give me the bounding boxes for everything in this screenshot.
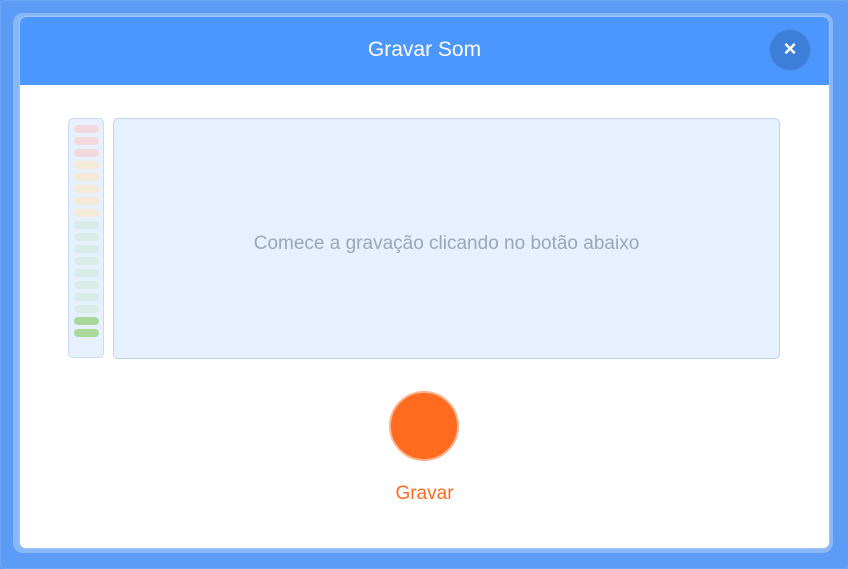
recording-area: Comece a gravação clicando no botão abai… xyxy=(113,118,780,359)
record-button[interactable] xyxy=(389,391,459,461)
meter-segment xyxy=(73,221,99,229)
meter-segment xyxy=(73,245,99,253)
meter-segment xyxy=(73,185,99,193)
modal-title: Gravar Som xyxy=(367,38,482,61)
meter-segment xyxy=(73,173,99,181)
modal-content: Comece a gravação clicando no botão abai… xyxy=(20,85,829,548)
close-icon: × xyxy=(783,36,797,61)
meter-segment xyxy=(73,305,99,313)
meter-segment xyxy=(73,161,99,169)
meter-segment xyxy=(73,317,99,325)
record-label: Gravar xyxy=(395,483,454,504)
close-button[interactable]: × xyxy=(769,29,811,71)
meter-segment xyxy=(73,197,99,205)
meter-segment xyxy=(73,329,99,337)
record-sound-modal: Gravar Som × Comece a gravação clicando … xyxy=(20,17,829,548)
meter-segment xyxy=(73,149,99,157)
meter-segment xyxy=(73,125,99,133)
meter-segment xyxy=(73,281,99,289)
input-level-meter xyxy=(68,118,104,358)
meter-segment xyxy=(73,209,99,217)
meter-segment xyxy=(73,137,99,145)
meter-segment xyxy=(73,233,99,241)
meter-segment xyxy=(73,257,99,265)
meter-segment xyxy=(73,293,99,301)
meter-segment xyxy=(73,269,99,277)
recording-hint: Comece a gravação clicando no botão abai… xyxy=(253,233,640,254)
modal-header: Gravar Som × xyxy=(20,17,829,85)
